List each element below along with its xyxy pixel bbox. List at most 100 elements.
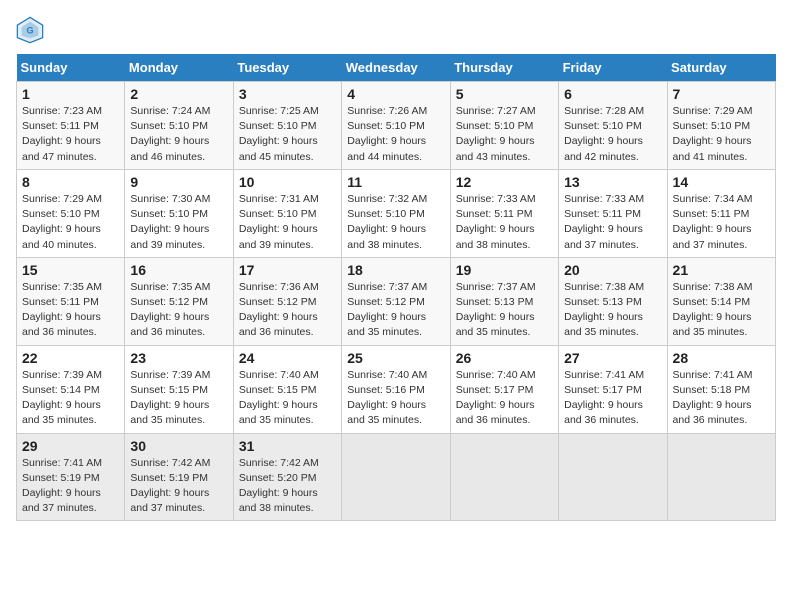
calendar-cell — [559, 433, 667, 521]
day-detail: Sunrise: 7:42 AMSunset: 5:19 PMDaylight:… — [130, 456, 227, 517]
day-of-week-header: Saturday — [667, 54, 775, 82]
calendar-cell: 30 Sunrise: 7:42 AMSunset: 5:19 PMDayligh… — [125, 433, 233, 521]
day-number: 31 — [239, 438, 336, 454]
day-number: 21 — [673, 262, 770, 278]
day-number: 17 — [239, 262, 336, 278]
day-detail: Sunrise: 7:25 AMSunset: 5:10 PMDaylight:… — [239, 104, 336, 165]
day-detail: Sunrise: 7:38 AMSunset: 5:13 PMDaylight:… — [564, 280, 661, 341]
day-detail: Sunrise: 7:38 AMSunset: 5:14 PMDaylight:… — [673, 280, 770, 341]
calendar-cell — [450, 433, 558, 521]
calendar-cell: 26 Sunrise: 7:40 AMSunset: 5:17 PMDayligh… — [450, 345, 558, 433]
day-number: 20 — [564, 262, 661, 278]
calendar-cell: 7 Sunrise: 7:29 AMSunset: 5:10 PMDaylight… — [667, 82, 775, 170]
calendar-cell: 15 Sunrise: 7:35 AMSunset: 5:11 PMDayligh… — [17, 257, 125, 345]
day-detail: Sunrise: 7:33 AMSunset: 5:11 PMDaylight:… — [456, 192, 553, 253]
day-of-week-header: Tuesday — [233, 54, 341, 82]
day-detail: Sunrise: 7:27 AMSunset: 5:10 PMDaylight:… — [456, 104, 553, 165]
calendar-cell: 10 Sunrise: 7:31 AMSunset: 5:10 PMDayligh… — [233, 169, 341, 257]
day-detail: Sunrise: 7:24 AMSunset: 5:10 PMDaylight:… — [130, 104, 227, 165]
day-detail: Sunrise: 7:35 AMSunset: 5:11 PMDaylight:… — [22, 280, 119, 341]
day-number: 18 — [347, 262, 444, 278]
svg-text:G: G — [26, 26, 33, 36]
calendar-cell: 21 Sunrise: 7:38 AMSunset: 5:14 PMDayligh… — [667, 257, 775, 345]
calendar-cell: 6 Sunrise: 7:28 AMSunset: 5:10 PMDaylight… — [559, 82, 667, 170]
day-detail: Sunrise: 7:32 AMSunset: 5:10 PMDaylight:… — [347, 192, 444, 253]
day-number: 27 — [564, 350, 661, 366]
day-number: 10 — [239, 174, 336, 190]
calendar-cell: 16Sunrise: 7:35 AMSunset: 5:12 PMDayligh… — [125, 257, 233, 345]
calendar-cell: 8Sunrise: 7:29 AMSunset: 5:10 PMDaylight… — [17, 169, 125, 257]
day-detail: Sunrise: 7:37 AMSunset: 5:13 PMDaylight:… — [456, 280, 553, 341]
day-number: 3 — [239, 86, 336, 102]
day-number: 1 — [22, 86, 119, 102]
logo-icon: G — [16, 16, 44, 44]
day-detail: Sunrise: 7:30 AMSunset: 5:10 PMDaylight:… — [130, 192, 227, 253]
calendar-cell: 4 Sunrise: 7:26 AMSunset: 5:10 PMDaylight… — [342, 82, 450, 170]
calendar-cell: 29Sunrise: 7:41 AMSunset: 5:19 PMDayligh… — [17, 433, 125, 521]
calendar-week-row: 29Sunrise: 7:41 AMSunset: 5:19 PMDayligh… — [17, 433, 776, 521]
calendar-cell: 9 Sunrise: 7:30 AMSunset: 5:10 PMDaylight… — [125, 169, 233, 257]
calendar-cell: 19 Sunrise: 7:37 AMSunset: 5:13 PMDayligh… — [450, 257, 558, 345]
day-number: 30 — [130, 438, 227, 454]
day-of-week-header: Sunday — [17, 54, 125, 82]
day-of-week-header: Monday — [125, 54, 233, 82]
calendar-cell: 12 Sunrise: 7:33 AMSunset: 5:11 PMDayligh… — [450, 169, 558, 257]
calendar-cell: 5 Sunrise: 7:27 AMSunset: 5:10 PMDaylight… — [450, 82, 558, 170]
day-number: 11 — [347, 174, 444, 190]
calendar-cell: 22Sunrise: 7:39 AMSunset: 5:14 PMDayligh… — [17, 345, 125, 433]
day-detail: Sunrise: 7:23 AMSunset: 5:11 PMDaylight:… — [22, 104, 119, 165]
calendar-cell: 25Sunrise: 7:40 AMSunset: 5:16 PMDayligh… — [342, 345, 450, 433]
day-number: 13 — [564, 174, 661, 190]
day-number: 12 — [456, 174, 553, 190]
day-of-week-header: Wednesday — [342, 54, 450, 82]
day-detail: Sunrise: 7:41 AMSunset: 5:18 PMDaylight:… — [673, 368, 770, 429]
calendar-week-row: 1 Sunrise: 7:23 AMSunset: 5:11 PMDaylight… — [17, 82, 776, 170]
day-detail: Sunrise: 7:41 AMSunset: 5:17 PMDaylight:… — [564, 368, 661, 429]
calendar-cell: 14 Sunrise: 7:34 AMSunset: 5:11 PMDayligh… — [667, 169, 775, 257]
day-detail: Sunrise: 7:37 AMSunset: 5:12 PMDaylight:… — [347, 280, 444, 341]
calendar-cell: 28 Sunrise: 7:41 AMSunset: 5:18 PMDayligh… — [667, 345, 775, 433]
day-of-week-header: Thursday — [450, 54, 558, 82]
day-number: 6 — [564, 86, 661, 102]
day-detail: Sunrise: 7:26 AMSunset: 5:10 PMDaylight:… — [347, 104, 444, 165]
day-number: 16 — [130, 262, 227, 278]
day-detail: Sunrise: 7:42 AMSunset: 5:20 PMDaylight:… — [239, 456, 336, 517]
day-detail: Sunrise: 7:40 AMSunset: 5:17 PMDaylight:… — [456, 368, 553, 429]
calendar-cell: 20 Sunrise: 7:38 AMSunset: 5:13 PMDayligh… — [559, 257, 667, 345]
day-of-week-header: Friday — [559, 54, 667, 82]
day-number: 2 — [130, 86, 227, 102]
calendar-week-row: 22Sunrise: 7:39 AMSunset: 5:14 PMDayligh… — [17, 345, 776, 433]
day-number: 26 — [456, 350, 553, 366]
page-header: G — [16, 16, 776, 44]
day-number: 9 — [130, 174, 227, 190]
day-number: 15 — [22, 262, 119, 278]
day-number: 28 — [673, 350, 770, 366]
day-number: 22 — [22, 350, 119, 366]
day-detail: Sunrise: 7:39 AMSunset: 5:15 PMDaylight:… — [130, 368, 227, 429]
day-detail: Sunrise: 7:41 AMSunset: 5:19 PMDaylight:… — [22, 456, 119, 517]
calendar-cell: 1 Sunrise: 7:23 AMSunset: 5:11 PMDaylight… — [17, 82, 125, 170]
calendar-cell: 11 Sunrise: 7:32 AMSunset: 5:10 PMDayligh… — [342, 169, 450, 257]
day-detail: Sunrise: 7:31 AMSunset: 5:10 PMDaylight:… — [239, 192, 336, 253]
day-detail: Sunrise: 7:36 AMSunset: 5:12 PMDaylight:… — [239, 280, 336, 341]
day-detail: Sunrise: 7:34 AMSunset: 5:11 PMDaylight:… — [673, 192, 770, 253]
day-detail: Sunrise: 7:28 AMSunset: 5:10 PMDaylight:… — [564, 104, 661, 165]
logo: G — [16, 16, 48, 44]
day-number: 14 — [673, 174, 770, 190]
day-number: 24 — [239, 350, 336, 366]
day-number: 7 — [673, 86, 770, 102]
day-detail: Sunrise: 7:33 AMSunset: 5:11 PMDaylight:… — [564, 192, 661, 253]
day-number: 23 — [130, 350, 227, 366]
day-detail: Sunrise: 7:29 AMSunset: 5:10 PMDaylight:… — [673, 104, 770, 165]
day-number: 4 — [347, 86, 444, 102]
calendar-cell — [342, 433, 450, 521]
calendar-cell: 31 Sunrise: 7:42 AMSunset: 5:20 PMDayligh… — [233, 433, 341, 521]
day-number: 5 — [456, 86, 553, 102]
calendar-cell: 2 Sunrise: 7:24 AMSunset: 5:10 PMDaylight… — [125, 82, 233, 170]
day-number: 25 — [347, 350, 444, 366]
calendar-week-row: 15 Sunrise: 7:35 AMSunset: 5:11 PMDayligh… — [17, 257, 776, 345]
day-number: 19 — [456, 262, 553, 278]
calendar-cell — [667, 433, 775, 521]
calendar-cell: 3 Sunrise: 7:25 AMSunset: 5:10 PMDaylight… — [233, 82, 341, 170]
calendar-table: SundayMondayTuesdayWednesdayThursdayFrid… — [16, 54, 776, 521]
